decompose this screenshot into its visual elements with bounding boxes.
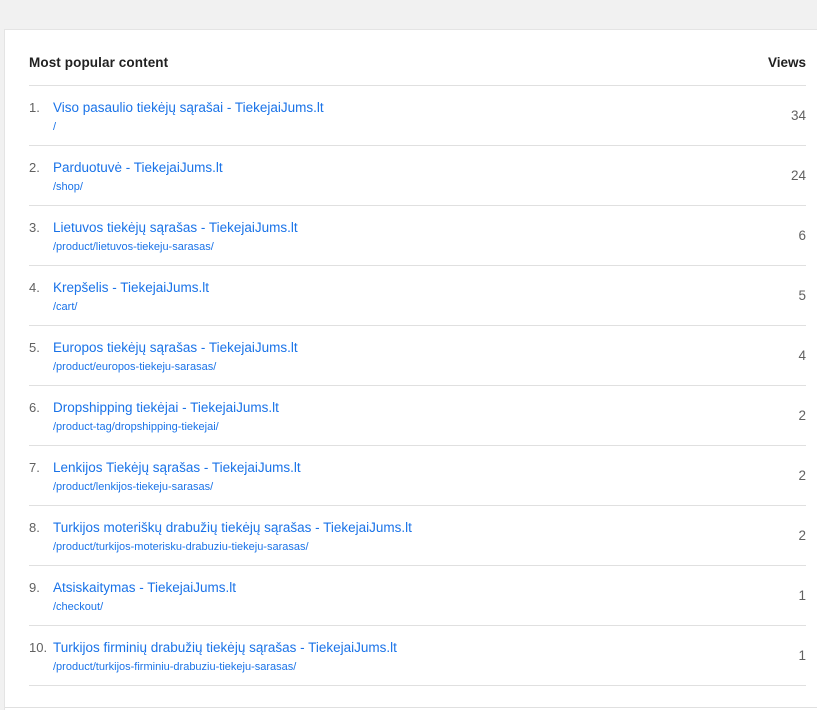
- table-row: 4. Krepšelis - TiekejaiJums.lt/cart/5: [29, 266, 806, 326]
- popular-content-table: Most popular content Views 1. Viso pasaul…: [29, 30, 806, 686]
- table-row: 5. Europos tiekėjų sąrašas - TiekejaiJums…: [29, 326, 806, 386]
- page-path-link[interactable]: /cart/: [53, 301, 77, 313]
- table-row: 10. Turkijos firminių drabužių tiekėjų są…: [29, 626, 806, 686]
- view-count: 6: [798, 228, 806, 243]
- row-rank: 3.: [29, 220, 40, 235]
- views-column-header: Views: [767, 55, 806, 70]
- view-count: 24: [790, 168, 806, 183]
- page-title-link[interactable]: Turkijos firminių drabužių tiekėjų sąraš…: [53, 640, 397, 655]
- page-title-link[interactable]: Dropshipping tiekėjai - TiekejaiJums.lt: [53, 400, 279, 415]
- row-rank: 5.: [29, 340, 40, 355]
- card-divider: [5, 707, 817, 708]
- row-rank: 2.: [29, 160, 40, 175]
- table-row: 1. Viso pasaulio tiekėjų sąrašai - Tiekej…: [29, 86, 806, 146]
- table-row: 7. Lenkijos Tiekėjų sąrašas - TiekejaiJum…: [29, 446, 806, 506]
- page-path-link[interactable]: /product/europos-tiekeju-sarasas/: [53, 361, 216, 373]
- row-rank: 4.: [29, 280, 40, 295]
- table-row: 9. Atsiskaitymas - TiekejaiJums.lt/checko…: [29, 566, 806, 626]
- table-header: Most popular content Views: [29, 30, 806, 86]
- page-title-link[interactable]: Parduotuvė - TiekejaiJums.lt: [53, 160, 223, 175]
- popular-content-card: Most popular content Views 1. Viso pasaul…: [4, 29, 817, 710]
- page-path-link[interactable]: /: [53, 121, 56, 133]
- view-count: 2: [798, 528, 806, 543]
- page-title-link[interactable]: Lenkijos Tiekėjų sąrašas - TiekejaiJums.…: [53, 460, 301, 475]
- row-rank: 7.: [29, 460, 40, 475]
- page-path-link[interactable]: /product/turkijos-firminiu-drabuziu-tiek…: [53, 661, 296, 673]
- table-body: 1. Viso pasaulio tiekėjų sąrašai - Tiekej…: [29, 86, 806, 686]
- page-path-link[interactable]: /product/lenkijos-tiekeju-sarasas/: [53, 481, 213, 493]
- view-count: 4: [798, 348, 806, 363]
- page-title-link[interactable]: Lietuvos tiekėjų sąrašas - TiekejaiJums.…: [53, 220, 298, 235]
- view-count: 1: [798, 648, 806, 663]
- page-path-link[interactable]: /shop/: [53, 181, 83, 193]
- view-count: 2: [798, 408, 806, 423]
- view-count: 2: [798, 468, 806, 483]
- table-row: 8. Turkijos moteriškų drabužių tiekėjų są…: [29, 506, 806, 566]
- card-title: Most popular content: [29, 55, 169, 70]
- row-rank: 6.: [29, 400, 40, 415]
- view-count: 1: [798, 588, 806, 603]
- page-title-link[interactable]: Viso pasaulio tiekėjų sąrašai - Tiekejai…: [53, 100, 324, 115]
- view-count: 34: [790, 108, 806, 123]
- table-row: 3. Lietuvos tiekėjų sąrašas - TiekejaiJum…: [29, 206, 806, 266]
- page-title-link[interactable]: Turkijos moteriškų drabužių tiekėjų sąra…: [53, 520, 412, 535]
- table-row: 6. Dropshipping tiekėjai - TiekejaiJums.l…: [29, 386, 806, 446]
- view-count: 5: [798, 288, 806, 303]
- page-path-link[interactable]: /product-tag/dropshipping-tiekejai/: [53, 421, 219, 433]
- page-path-link[interactable]: /checkout/: [53, 601, 103, 613]
- row-rank: 10.: [29, 640, 48, 655]
- page-path-link[interactable]: /product/lietuvos-tiekeju-sarasas/: [53, 241, 214, 253]
- page-title-link[interactable]: Atsiskaitymas - TiekejaiJums.lt: [53, 580, 236, 595]
- table-row: 2. Parduotuvė - TiekejaiJums.lt/shop/24: [29, 146, 806, 206]
- row-rank: 1.: [29, 100, 40, 115]
- row-rank: 8.: [29, 520, 40, 535]
- page-title-link[interactable]: Krepšelis - TiekejaiJums.lt: [53, 280, 209, 295]
- row-rank: 9.: [29, 580, 40, 595]
- page-title-link[interactable]: Europos tiekėjų sąrašas - TiekejaiJums.l…: [53, 340, 298, 355]
- page-path-link[interactable]: /product/turkijos-moterisku-drabuziu-tie…: [53, 541, 309, 553]
